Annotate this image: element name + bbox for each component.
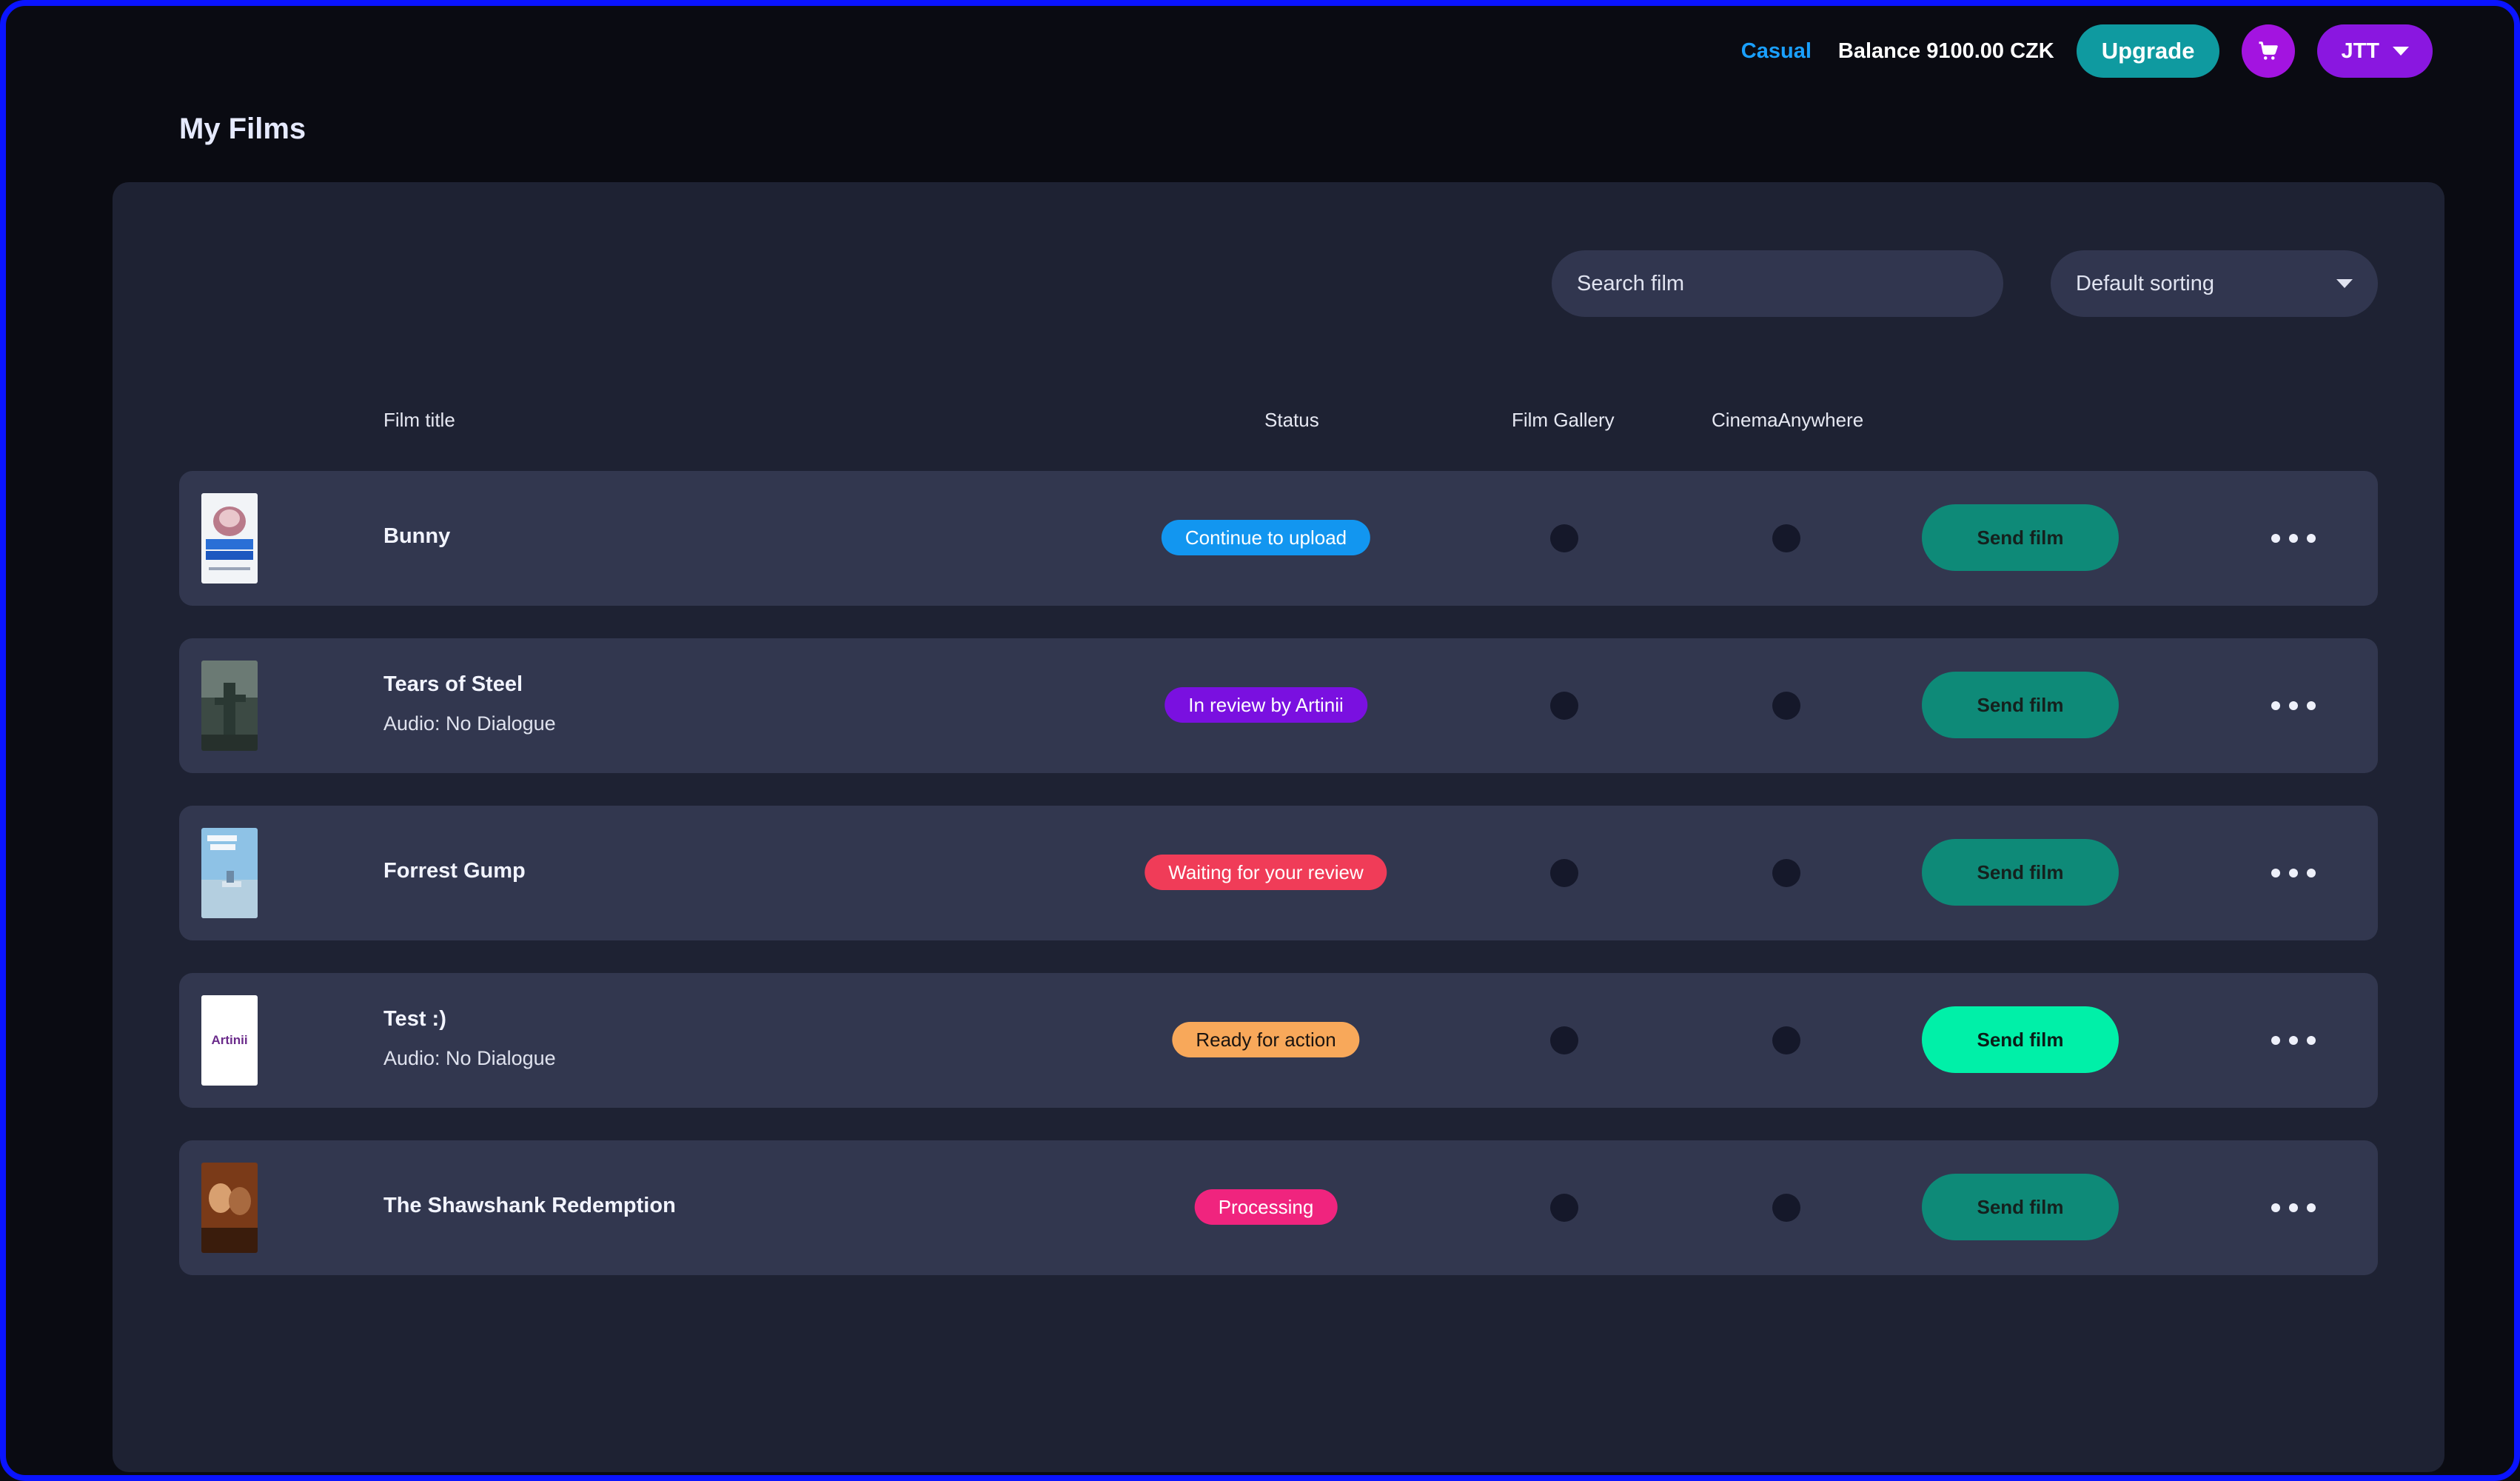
sort-dropdown[interactable]: Default sorting (2051, 250, 2378, 317)
film-title[interactable]: Forrest Gump (383, 859, 526, 883)
balance-label: Balance 9100.00 CZK (1837, 39, 2054, 63)
more-options-icon[interactable] (2271, 527, 2316, 549)
chevron-down-icon (2393, 47, 2409, 56)
film-row[interactable]: Bunny Continue to upload Send film (179, 471, 2378, 606)
film-poster (201, 828, 258, 918)
film-row[interactable]: Tears of Steel Audio: No Dialogue In rev… (179, 638, 2378, 773)
film-gallery-indicator[interactable] (1550, 1194, 1578, 1222)
send-film-button[interactable]: Send film (1922, 839, 2119, 906)
search-input[interactable]: Search film (1552, 250, 2003, 317)
sort-value: Default sorting (2076, 271, 2214, 295)
film-gallery-indicator[interactable] (1550, 524, 1578, 552)
status-badge[interactable]: Ready for action (1172, 1022, 1360, 1057)
film-gallery-indicator[interactable] (1550, 692, 1578, 720)
column-header-cinema: CinemaAnywhere (1712, 409, 1864, 431)
artinii-logo: Artinii (211, 1033, 248, 1047)
cinema-anywhere-indicator[interactable] (1772, 1026, 1800, 1054)
more-options-icon[interactable] (2271, 1029, 2316, 1052)
send-film-button[interactable]: Send film (1922, 1006, 2119, 1073)
film-poster (201, 1163, 258, 1253)
user-initials: JTT (2341, 39, 2379, 63)
film-row[interactable]: The Shawshank Redemption Processing Send… (179, 1140, 2378, 1275)
cart-button[interactable] (2242, 24, 2296, 78)
send-film-button[interactable]: Send film (1922, 1174, 2119, 1240)
film-poster: Artinii (201, 995, 258, 1086)
films-panel: Search film Default sorting Film title S… (113, 182, 2444, 1472)
cinema-anywhere-indicator[interactable] (1772, 859, 1800, 887)
column-header-status: Status (1264, 409, 1319, 431)
film-audio: Audio: No Dialogue (383, 712, 556, 735)
send-film-button[interactable]: Send film (1922, 504, 2119, 571)
film-title[interactable]: The Shawshank Redemption (383, 1194, 676, 1218)
status-badge[interactable]: Waiting for your review (1145, 855, 1387, 890)
status-badge[interactable]: In review by Artinii (1165, 687, 1367, 723)
film-audio: Audio: No Dialogue (383, 1047, 556, 1069)
more-options-icon[interactable] (2271, 695, 2316, 717)
film-title[interactable]: Tears of Steel (383, 672, 523, 697)
user-menu-button[interactable]: JTT (2317, 24, 2433, 78)
status-badge[interactable]: Continue to upload (1161, 520, 1371, 555)
more-options-icon[interactable] (2271, 862, 2316, 884)
status-badge[interactable]: Processing (1194, 1189, 1338, 1225)
send-film-button[interactable]: Send film (1922, 672, 2119, 738)
film-row[interactable]: Artinii Test :) Audio: No Dialogue Ready… (179, 973, 2378, 1108)
film-title[interactable]: Bunny (383, 524, 450, 549)
film-title[interactable]: Test :) (383, 1007, 446, 1032)
app-frame: Casual Balance 9100.00 CZK Upgrade JTT M… (0, 0, 2520, 1481)
film-poster (201, 661, 258, 751)
column-header-title: Film title (383, 409, 455, 431)
search-placeholder: Search film (1577, 271, 1685, 295)
cinema-anywhere-indicator[interactable] (1772, 1194, 1800, 1222)
film-poster (201, 493, 258, 584)
upgrade-button[interactable]: Upgrade (2076, 24, 2220, 78)
film-gallery-indicator[interactable] (1550, 859, 1578, 887)
more-options-icon[interactable] (2271, 1197, 2316, 1219)
cinema-anywhere-indicator[interactable] (1772, 524, 1800, 552)
column-header-gallery: Film Gallery (1512, 409, 1615, 431)
cinema-anywhere-indicator[interactable] (1772, 692, 1800, 720)
cart-icon (2259, 41, 2279, 60)
chevron-down-icon (2336, 279, 2353, 288)
plan-label[interactable]: Casual (1741, 39, 1812, 64)
film-row[interactable]: Forrest Gump Waiting for your review Sen… (179, 806, 2378, 940)
film-gallery-indicator[interactable] (1550, 1026, 1578, 1054)
page-title: My Films (179, 113, 306, 145)
top-bar: Casual Balance 9100.00 CZK Upgrade JTT (1741, 21, 2433, 81)
